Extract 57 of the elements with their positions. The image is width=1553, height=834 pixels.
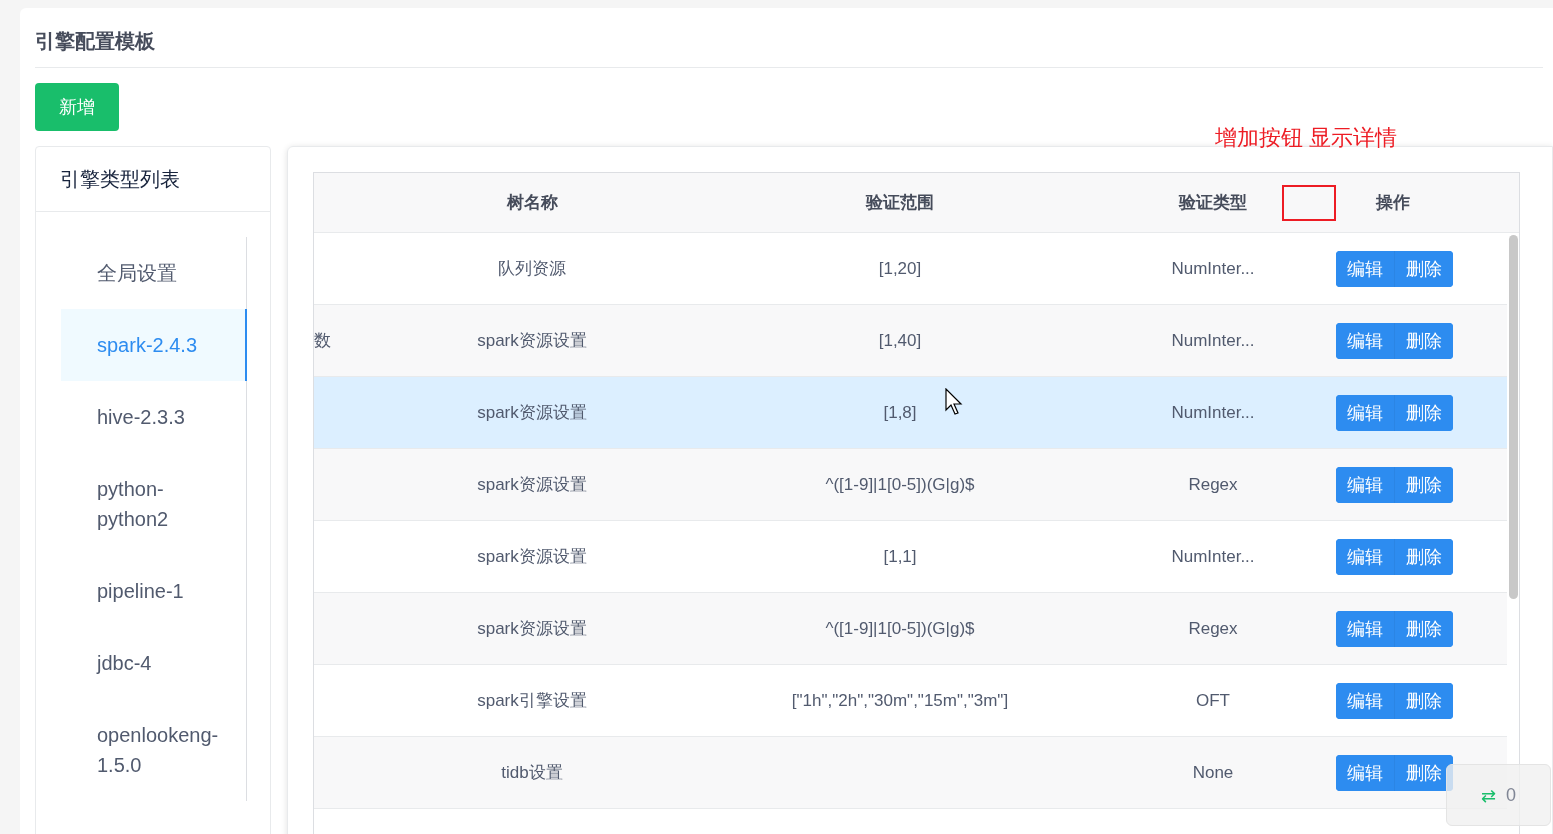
sidebar-title: 引擎类型列表 [36,147,270,212]
table-cell-text: spark资源设置 [477,330,587,352]
annotation-box [1282,184,1336,221]
table-cell-text: spark资源设置 [477,402,587,424]
table-cell-text: tidb设置 [501,762,563,784]
table-cell: ^([1-9]|1[0-5])(G|g)$ [825,474,975,495]
delete-button[interactable]: 删除 [1394,394,1453,431]
page-title: 引擎配置模板 [35,29,156,54]
table-cell-text: 数 [314,330,331,352]
table-cell-text: 队列资源 [498,258,566,280]
sidebar-item[interactable]: pipeline-1 [61,555,246,627]
delete-button[interactable]: 删除 [1394,610,1453,647]
swap-icon: ⇄ [1480,784,1497,806]
delete-button[interactable]: 删除 [1394,538,1453,575]
table-cell: Regex [1188,618,1238,639]
table-cell: ["1h","2h","30m","15m","3m"] [791,690,1009,711]
sidebar-item[interactable]: spark-2.4.3 [61,309,247,381]
table-cell: NumInter... [1171,258,1255,279]
table-cell: [1,1] [883,546,917,567]
table-row[interactable]: 数 spark资源设置 [1,40] NumInter... 编辑 删除 [314,305,1507,377]
table-cell: [1,40] [878,330,922,351]
column-header: 操作 [1374,192,1411,214]
column-header: 验证类型 [1177,192,1248,214]
cursor-icon [945,388,965,416]
table-cell-text: spark资源设置 [477,546,587,568]
sidebar-item[interactable]: hive-2.3.3 [61,381,246,453]
sync-count: 0 [1506,784,1517,806]
scrollbar[interactable] [1509,235,1518,599]
sidebar-item[interactable]: python-python2 [61,453,246,555]
table-cell: NumInter... [1171,330,1255,351]
table-cell: NumInter... [1171,546,1255,567]
sidebar-item[interactable]: openlookeng-1.5.0 [61,699,246,801]
delete-button[interactable]: 删除 [1394,754,1453,791]
table-cell: [1,8] [883,402,917,423]
sync-toast[interactable]: ⇄ 0 [1446,764,1551,826]
delete-button[interactable]: 删除 [1394,322,1453,359]
column-header: 验证范围 [864,192,935,214]
column-header: 树名称 [505,192,559,214]
delete-button[interactable]: 删除 [1394,682,1453,719]
table-cell-text: spark资源设置 [477,474,587,496]
table-cell: None [1192,762,1234,783]
delete-button[interactable]: 删除 [1394,250,1453,287]
table-cell: ^([1-9]|1[0-5])(G|g)$ [825,618,975,639]
table-cell-text: spark资源设置 [477,618,587,640]
table-cell-text: spark引擎设置 [477,690,587,712]
sidebar-item[interactable]: jdbc-4 [61,627,246,699]
sidebar-item[interactable]: 全局设置 [61,237,246,309]
table-row[interactable]: spark资源设置 ^([1-9]|1[0-5])(G|g)$ Regex 编辑 删除 [314,593,1507,665]
table-cell: [1,20] [878,258,922,279]
table-cell: NumInter... [1171,402,1255,423]
table-row[interactable]: spark资源设置 [1,8] NumInter... 编辑 删除 [314,377,1507,449]
annotation-note: 增加按钮 显示详情 [1215,124,1398,152]
delete-button[interactable]: 删除 [1394,466,1453,503]
table-row[interactable]: spark资源设置 ^([1-9]|1[0-5])(G|g)$ Regex 编辑 删除 [314,449,1507,521]
table-cell: Regex [1188,474,1238,495]
add-button[interactable]: 新增 [35,83,119,131]
table-cell: OFT [1196,690,1230,711]
